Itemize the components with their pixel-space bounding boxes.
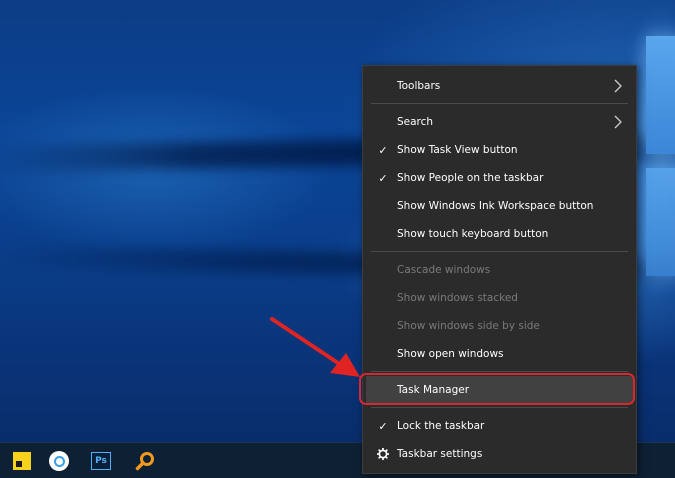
menu-item-label: Show People on the taskbar: [397, 172, 544, 184]
menu-item-show-open-windows[interactable]: Show open windows: [366, 340, 633, 368]
taskbar-app-photoshop[interactable]: Ps: [79, 443, 123, 478]
menu-item-label: Show Task View button: [397, 144, 518, 156]
red-pointer-arrow-icon: [270, 317, 360, 377]
checkmark-icon: ✓: [378, 171, 388, 185]
menu-item-show-windows-side-by-side: Show windows side by side: [366, 312, 633, 340]
menu-separator: [371, 407, 628, 408]
wallpaper-window-pane: [646, 36, 675, 154]
menu-item-label: Show touch keyboard button: [397, 228, 549, 240]
menu-item-show-people[interactable]: ✓ Show People on the taskbar: [366, 164, 633, 192]
menu-item-label: Taskbar settings: [397, 448, 483, 460]
menu-item-label: Show open windows: [397, 348, 504, 360]
menu-item-cascade-windows: Cascade windows: [366, 256, 633, 284]
menu-item-label: Cascade windows: [397, 264, 491, 276]
menu-item-label: Show Windows Ink Workspace button: [397, 200, 594, 212]
menu-item-toolbars[interactable]: Toolbars: [366, 72, 633, 100]
chevron-right-icon: [614, 79, 622, 93]
menu-item-show-windows-ink[interactable]: Show Windows Ink Workspace button: [366, 192, 633, 220]
menu-item-lock-the-taskbar[interactable]: ✓ Lock the taskbar: [366, 412, 633, 440]
menu-item-show-touch-keyboard[interactable]: Show touch keyboard button: [366, 220, 633, 248]
checkmark-icon: ✓: [378, 419, 388, 433]
chevron-right-icon: [614, 115, 622, 129]
wallpaper-window-pane: [646, 168, 675, 276]
menu-item-label: Search: [397, 116, 434, 128]
magnifier-icon: [135, 452, 154, 471]
checkmark-icon: ✓: [378, 143, 388, 157]
photoshop-icon: Ps: [91, 452, 111, 470]
menu-item-label: Show windows stacked: [397, 292, 518, 304]
gear-icon: [376, 447, 390, 461]
menu-item-label: Show windows side by side: [397, 320, 540, 332]
menu-item-label: Lock the taskbar: [397, 420, 485, 432]
menu-item-taskbar-settings[interactable]: Taskbar settings: [366, 440, 633, 468]
sticky-notes-icon: [13, 452, 31, 470]
taskbar-app-browser[interactable]: [37, 443, 81, 478]
menu-item-label: Task Manager: [397, 384, 470, 396]
menu-separator: [371, 251, 628, 252]
menu-separator: [371, 103, 628, 104]
menu-item-search[interactable]: Search: [366, 108, 633, 136]
menu-item-task-manager[interactable]: Task Manager: [366, 376, 633, 404]
menu-item-show-task-view-button[interactable]: ✓ Show Task View button: [366, 136, 633, 164]
menu-item-show-windows-stacked: Show windows stacked: [366, 284, 633, 312]
menu-item-label: Toolbars: [397, 80, 441, 92]
taskbar-context-menu[interactable]: Toolbars Search ✓ Show Task View button …: [362, 65, 637, 474]
browser-icon: [49, 451, 69, 471]
menu-separator: [371, 371, 628, 372]
taskbar-app-search[interactable]: [123, 443, 167, 478]
